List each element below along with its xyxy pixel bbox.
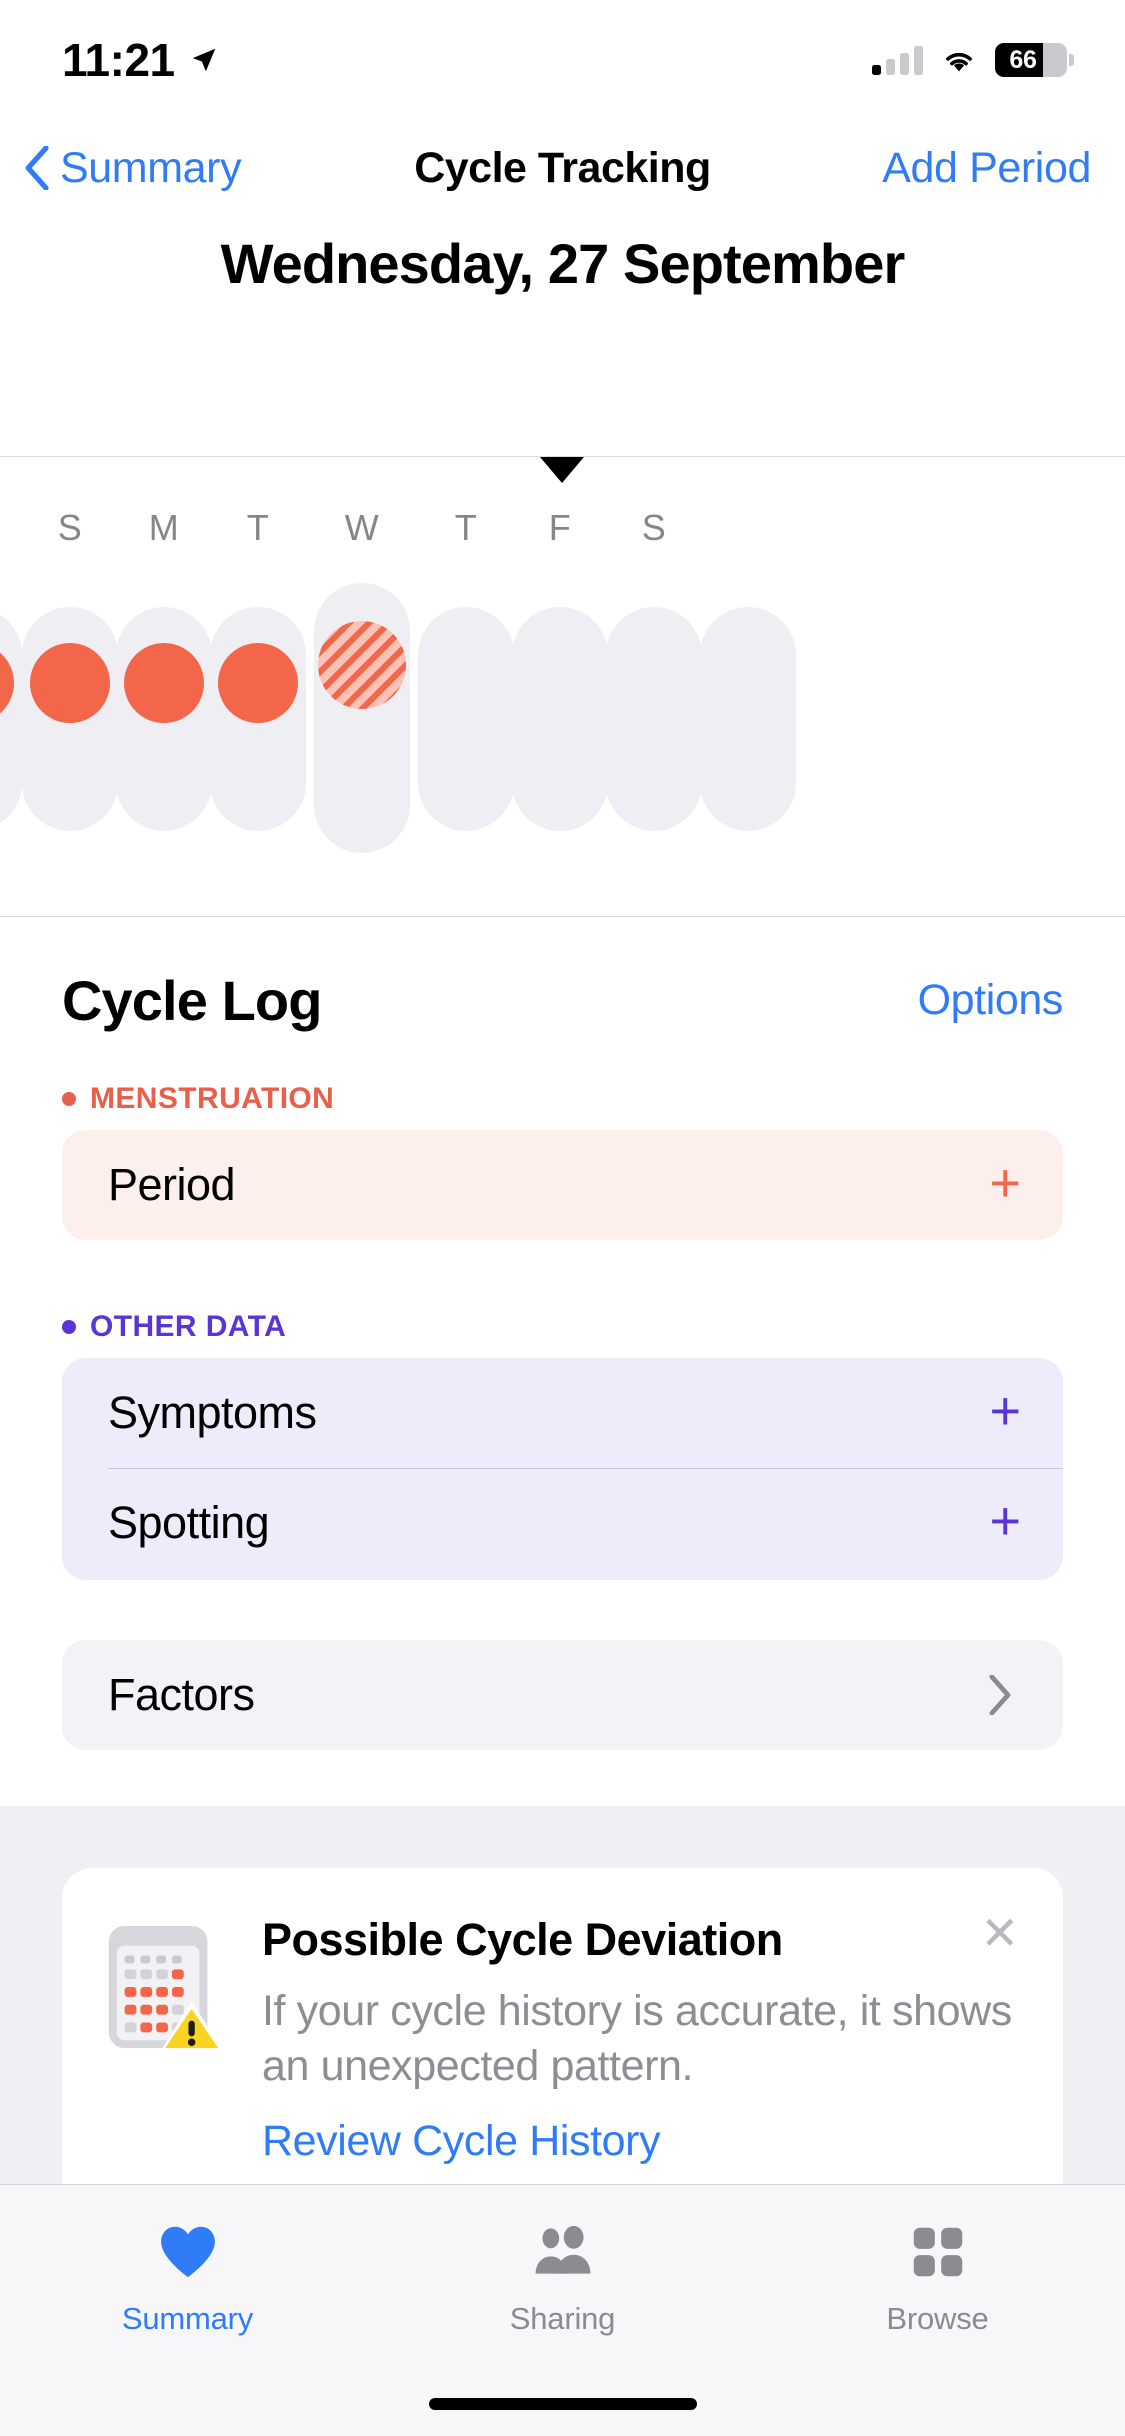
day-pill-row (0, 583, 1125, 853)
period-row[interactable]: Period + (62, 1130, 1063, 1240)
period-row-label: Period (108, 1159, 236, 1210)
status-bar-right: 66 (872, 43, 1074, 77)
tab-browse[interactable]: Browse (750, 2221, 1125, 2337)
other-data-card: Symptoms + Spotting + (62, 1358, 1063, 1580)
day-pill-6[interactable] (606, 607, 702, 831)
day-letter-row: S M T W T F S (0, 507, 1125, 559)
selected-date-label: Wednesday, 27 September (220, 232, 906, 295)
cycle-log-title: Cycle Log (62, 968, 322, 1032)
day-pill-2[interactable] (210, 607, 306, 831)
battery-percent: 66 (1009, 45, 1037, 74)
status-bar-left: 11:21 (62, 33, 219, 87)
cellular-bars-icon (872, 45, 923, 75)
review-cycle-history-link[interactable]: Review Cycle History (262, 2117, 1043, 2166)
home-indicator[interactable] (428, 2398, 697, 2410)
back-button[interactable]: Summary (24, 143, 242, 193)
plus-icon[interactable]: + (989, 1494, 1021, 1548)
factors-card[interactable]: Factors (62, 1640, 1063, 1750)
day-letter-0: S (57, 507, 83, 548)
factors-row-label: Factors (108, 1669, 255, 1720)
day-pill-partial-right[interactable] (700, 607, 796, 831)
grid-icon (909, 2221, 967, 2283)
tab-summary[interactable]: Summary (0, 2221, 375, 2337)
tab-summary-label: Summary (121, 2301, 254, 2336)
people-icon (530, 2221, 596, 2283)
tab-browse-label: Browse (886, 2301, 989, 2336)
other-data-group-label: OTHER DATA (62, 1310, 286, 1344)
spotting-row-label: Spotting (108, 1497, 270, 1548)
chevron-left-icon (25, 146, 49, 190)
back-button-label: Summary (60, 143, 242, 192)
deviation-body: If your cycle history is accurate, it sh… (262, 1987, 1012, 2090)
location-arrow-icon (192, 48, 215, 72)
tab-sharing-label: Sharing (509, 2301, 616, 2336)
divider-bottom (0, 916, 1125, 917)
plus-icon[interactable]: + (989, 1156, 1021, 1210)
calendar-warning-icon (104, 1922, 228, 2060)
heart-icon (156, 2221, 220, 2283)
period-dot (218, 643, 298, 723)
period-dot (124, 643, 204, 723)
day-letter-2: T (246, 507, 270, 548)
options-button[interactable]: Options (918, 976, 1064, 1025)
add-period-button[interactable]: Add Period (882, 144, 1091, 193)
battery-icon: 66 (995, 43, 1074, 77)
menstruation-dot-icon (62, 1092, 76, 1106)
day-pill-5[interactable] (512, 607, 608, 831)
status-time: 11:21 (62, 34, 175, 86)
day-pill-partial-left[interactable] (0, 607, 22, 831)
plus-icon[interactable]: + (989, 1384, 1021, 1438)
status-bar: 11:21 66 (0, 0, 1125, 120)
period-dot (30, 643, 110, 723)
navigation-bar: Summary Cycle Tracking Add Period (0, 120, 1125, 216)
symptoms-row-label: Symptoms (108, 1387, 317, 1438)
week-strip[interactable]: S M T W T F S (0, 457, 1125, 917)
chevron-right-icon (989, 1675, 1011, 1715)
other-data-label-text: OTHER DATA (90, 1310, 287, 1343)
day-pill-0[interactable] (22, 607, 118, 831)
menstruation-label-text: MENSTRUATION (90, 1082, 335, 1115)
day-letter-3: W (344, 507, 380, 548)
wifi-icon (946, 52, 972, 72)
menstruation-card: Period + (62, 1130, 1063, 1240)
day-pill-3-today[interactable] (314, 583, 410, 853)
menstruation-group-label: MENSTRUATION (62, 1082, 334, 1116)
day-letter-1: M (148, 507, 180, 548)
date-header: Wednesday, 27 September (0, 216, 1125, 311)
factors-row[interactable]: Factors (62, 1640, 1063, 1750)
day-pill-1[interactable] (116, 607, 212, 831)
cycle-tracking-screen: 11:21 66 Summary Cycle Tracking Add Peri… (0, 0, 1125, 2436)
day-pill-4[interactable] (418, 607, 514, 831)
day-letter-5: F (548, 507, 572, 548)
predicted-period-dot (318, 621, 406, 709)
other-data-dot-icon (62, 1320, 76, 1334)
close-icon[interactable]: ✕ (980, 1910, 1019, 1956)
deviation-title: Possible Cycle Deviation (262, 1914, 783, 1965)
triangle-down-icon (540, 457, 584, 483)
symptoms-row[interactable]: Symptoms + (62, 1358, 1063, 1469)
day-letter-4: T (454, 507, 478, 548)
day-letter-6: S (641, 507, 667, 548)
spotting-row[interactable]: Spotting + (62, 1468, 1063, 1578)
cycle-log-header: Cycle Log Options (0, 960, 1125, 1040)
tab-sharing[interactable]: Sharing (375, 2221, 750, 2337)
tab-bar: Summary Sharing Browse (0, 2184, 1125, 2436)
